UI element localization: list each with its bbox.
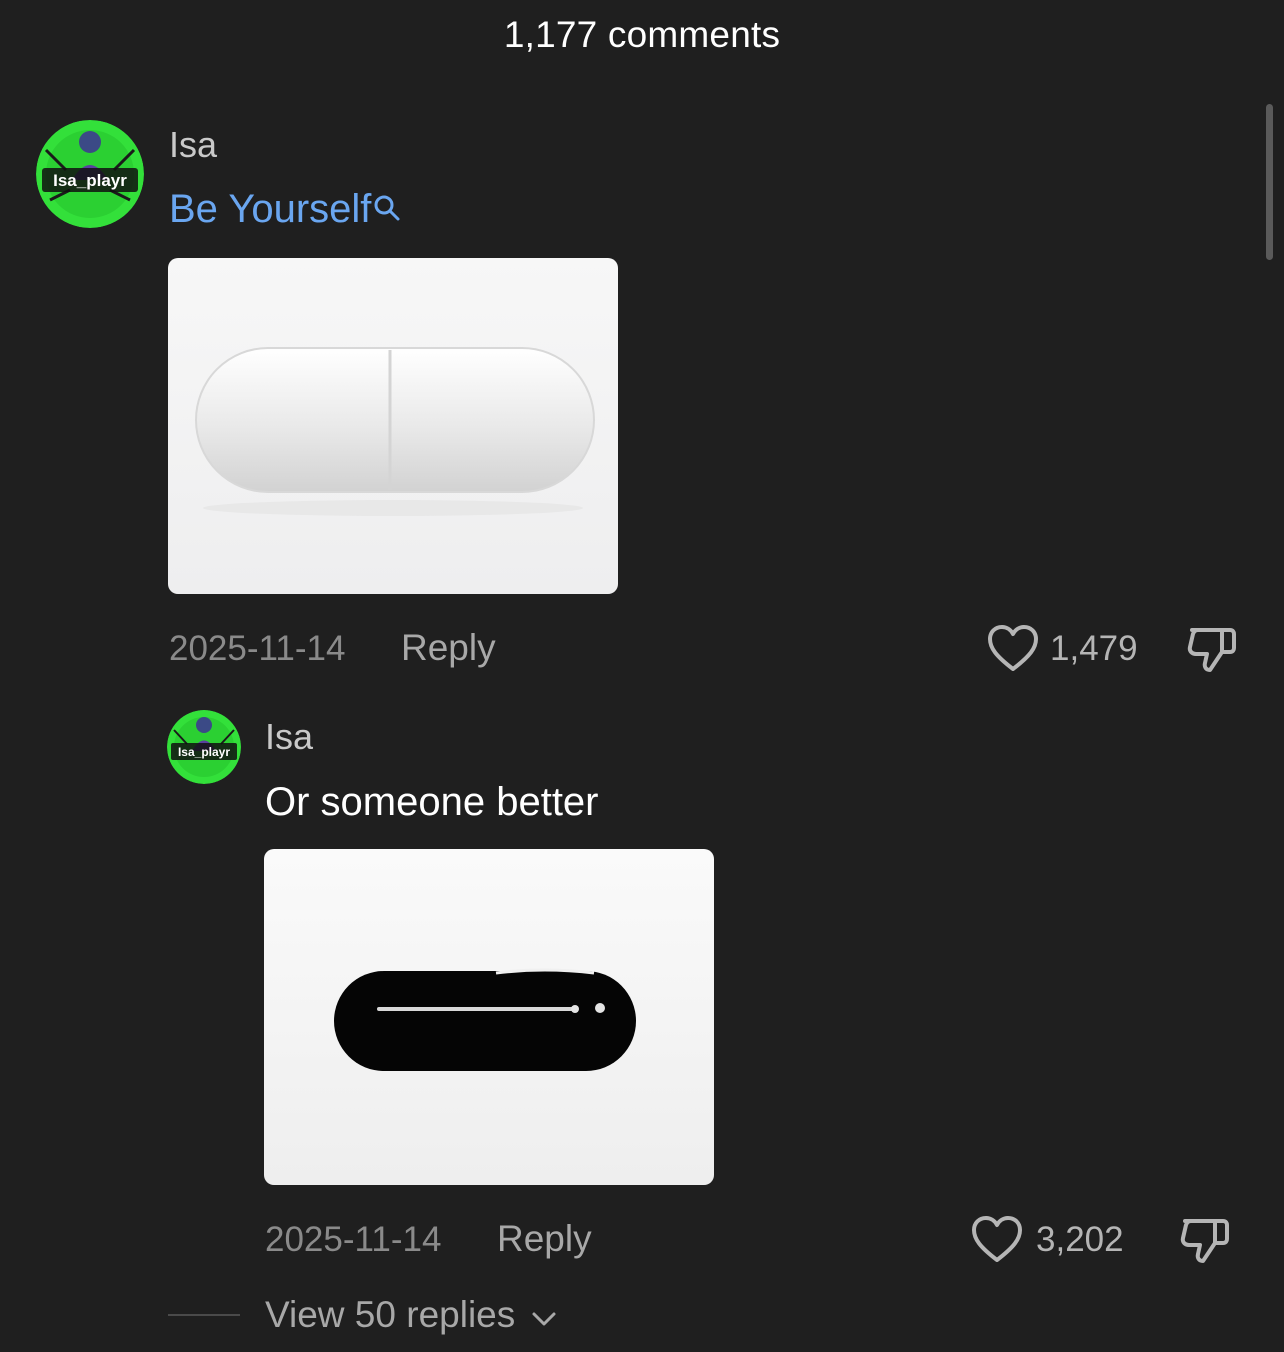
heart-icon[interactable]	[970, 1215, 1024, 1270]
avatar[interactable]: Isa_playr	[167, 710, 241, 784]
reply-button[interactable]: Reply	[497, 1218, 592, 1260]
like-count: 3,202	[1036, 1220, 1124, 1259]
search-link-text[interactable]: Be Yourself	[169, 187, 371, 231]
like-count: 1,479	[1050, 629, 1138, 668]
view-replies-label[interactable]: View 50 replies	[265, 1294, 515, 1335]
heart-icon[interactable]	[986, 624, 1040, 679]
dislike-icon[interactable]	[1184, 624, 1240, 681]
comment-username[interactable]: Isa	[169, 124, 217, 166]
comment-text[interactable]: Be Yourself	[169, 187, 401, 232]
dislike-icon[interactable]	[1177, 1215, 1233, 1272]
comment-date: 2025-11-14	[169, 629, 346, 668]
avatar-label: Isa_playr	[53, 171, 127, 190]
reply-button[interactable]: Reply	[401, 627, 496, 669]
comment-username[interactable]: Isa	[265, 716, 313, 758]
comment-text[interactable]: Or someone better	[265, 780, 599, 825]
replies-divider	[168, 1314, 240, 1316]
avatar-label: Isa_playr	[178, 745, 230, 759]
avatar[interactable]: Isa_playr	[36, 120, 144, 228]
comments-count-title: 1,177 comments	[503, 14, 781, 55]
comment-image-white-pill[interactable]	[168, 258, 618, 594]
chevron-down-icon[interactable]	[530, 1296, 558, 1338]
scrollbar[interactable]	[1266, 104, 1273, 260]
search-icon[interactable]	[373, 187, 401, 232]
comment-date: 2025-11-14	[265, 1220, 442, 1259]
view-replies-button[interactable]: View 50 replies	[265, 1294, 558, 1338]
comment-image-black-pill[interactable]	[264, 849, 714, 1185]
